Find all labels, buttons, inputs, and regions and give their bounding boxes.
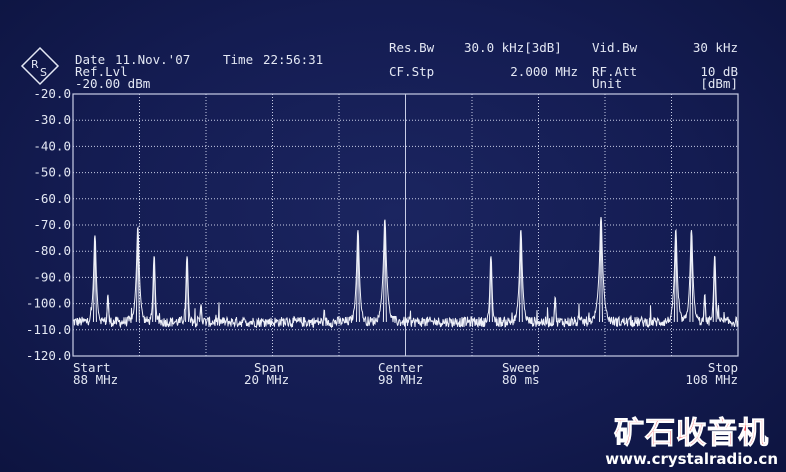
y-tick-label: -40.0 (33, 138, 71, 153)
sweep-value: 80 ms (502, 372, 540, 387)
y-tick-label: -80.0 (33, 243, 71, 258)
spectrum-chart: -20.0 -30.0 -40.0 -50.0 -60.0 -70.0 -80.0 -90.0… (26, 86, 739, 363)
watermark: 矿石收音机 www.crystalradio.cn (605, 408, 778, 469)
spectrum-peak (702, 295, 707, 322)
stop-value: 108 MHz (685, 372, 738, 387)
span-value: 20 MHz (244, 372, 290, 387)
spectrum-peak (105, 295, 110, 322)
start-value: 88 MHz (73, 372, 119, 387)
y-tick-label: -30.0 (33, 112, 71, 127)
watermark-url: www.crystalradio.cn (605, 450, 778, 468)
y-tick-label: -100.0 (26, 296, 71, 311)
y-tick-label: -20.0 (33, 86, 71, 101)
spectrum-peak (553, 298, 558, 322)
y-tick-label: -70.0 (33, 217, 71, 232)
center-value: 98 MHz (378, 372, 424, 387)
y-tick-label: -50.0 (33, 165, 71, 180)
y-tick-label: -110.0 (26, 322, 71, 337)
watermark-title: 矿石收音机 (614, 416, 770, 452)
y-tick-label: -90.0 (33, 269, 71, 284)
y-tick-label: -120.0 (26, 348, 71, 363)
y-tick-label: -60.0 (33, 191, 71, 206)
